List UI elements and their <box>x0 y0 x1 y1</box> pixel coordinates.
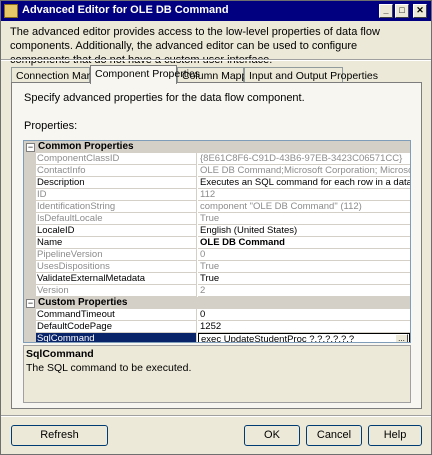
maximize-button[interactable]: □ <box>395 4 409 18</box>
property-value: True <box>198 261 410 273</box>
property-description-pane: SqlCommand The SQL command to be execute… <box>23 345 411 403</box>
category-custom-properties[interactable]: − Custom Properties <box>24 297 410 309</box>
property-row-usesdispositions[interactable]: UsesDispositions True <box>24 261 410 273</box>
property-row-isdefaultlocale[interactable]: IsDefaultLocale True <box>24 213 410 225</box>
window-title: Advanced Editor for OLE DB Command <box>22 4 229 16</box>
property-name: ComponentClassID <box>36 153 197 165</box>
dialog-header: The advanced editor provides access to t… <box>1 21 431 66</box>
property-row-validateexternalmetadata[interactable]: ValidateExternalMetadata True <box>24 273 410 285</box>
properties-label: Properties: <box>24 120 78 132</box>
property-name: SqlCommand <box>36 333 197 342</box>
property-row-name[interactable]: Name OLE DB Command <box>24 237 410 249</box>
component-properties-panel: Specify advanced properties for the data… <box>11 82 422 409</box>
ok-button[interactable]: OK <box>244 425 300 446</box>
category-label: Custom Properties <box>38 297 128 308</box>
property-row-pipelineversion[interactable]: PipelineVersion 0 <box>24 249 410 261</box>
property-name: Version <box>36 285 197 297</box>
property-name: DefaultCodePage <box>36 321 197 333</box>
panel-description: Specify advanced properties for the data… <box>24 92 305 104</box>
property-row-id[interactable]: ID 112 <box>24 189 410 201</box>
property-value[interactable]: True <box>198 273 410 285</box>
property-value: OLE DB Command;Microsoft Corporation; Mi… <box>198 165 410 177</box>
property-row-defaultcodepage[interactable]: DefaultCodePage 1252 <box>24 321 410 333</box>
collapse-icon[interactable]: − <box>26 143 35 152</box>
property-row-sqlcommand[interactable]: SqlCommand exec UpdateStudentProc ?,?,?,… <box>24 333 410 343</box>
description-title: SqlCommand <box>26 348 94 360</box>
property-name: ContactInfo <box>36 165 197 177</box>
property-row-version[interactable]: Version 2 <box>24 285 410 297</box>
title-bar[interactable]: Advanced Editor for OLE DB Command _ □ ✕ <box>1 1 431 21</box>
property-value[interactable]: OLE DB Command <box>198 237 410 249</box>
property-name: Description <box>36 177 197 189</box>
property-name: LocaleID <box>36 225 197 237</box>
property-name: Name <box>36 237 197 249</box>
property-value[interactable]: 0 <box>198 309 410 321</box>
property-value[interactable]: 1252 <box>198 321 410 333</box>
property-name: UsesDispositions <box>36 261 197 273</box>
category-label: Common Properties <box>38 141 134 152</box>
tab-component-properties[interactable]: Component Properties <box>90 65 200 84</box>
property-value: 0 <box>198 249 410 261</box>
advanced-editor-dialog: Advanced Editor for OLE DB Command _ □ ✕… <box>0 0 432 455</box>
property-name: CommandTimeout <box>36 309 197 321</box>
property-value: True <box>198 213 410 225</box>
header-divider <box>1 59 431 61</box>
property-row-description[interactable]: Description Executes an SQL command for … <box>24 177 410 189</box>
refresh-button[interactable]: Refresh <box>11 425 108 446</box>
property-name: ValidateExternalMetadata <box>36 273 197 285</box>
collapse-icon[interactable]: − <box>26 299 35 308</box>
property-name: IdentificationString <box>36 201 197 213</box>
sqlcommand-value-field[interactable]: exec UpdateStudentProc ?,?,?,?,?,? ... <box>198 333 410 343</box>
close-button[interactable]: ✕ <box>413 4 427 18</box>
property-name: PipelineVersion <box>36 249 197 261</box>
category-common-properties[interactable]: − Common Properties <box>24 141 410 153</box>
property-name: IsDefaultLocale <box>36 213 197 225</box>
property-value[interactable]: English (United States) <box>198 225 410 237</box>
help-button[interactable]: Help <box>368 425 422 446</box>
ellipsis-button[interactable]: ... <box>395 334 408 342</box>
property-value: 2 <box>198 285 410 297</box>
footer-divider <box>1 415 431 417</box>
ssis-component-icon <box>4 4 18 18</box>
cancel-button[interactable]: Cancel <box>306 425 362 446</box>
tab-connection-managers[interactable]: Connection Managers <box>11 67 119 83</box>
property-row-contactinfo[interactable]: ContactInfo OLE DB Command;Microsoft Cor… <box>24 165 410 177</box>
property-value: exec UpdateStudentProc ?,?,?,?,?,? <box>201 334 355 343</box>
property-value: component "OLE DB Command" (112) <box>198 201 410 213</box>
property-value: 112 <box>198 189 410 201</box>
property-row-localeid[interactable]: LocaleID English (United States) <box>24 225 410 237</box>
description-text: The SQL command to be executed. <box>26 362 192 374</box>
property-row-commandtimeout[interactable]: CommandTimeout 0 <box>24 309 410 321</box>
property-grid[interactable]: − Common Properties ComponentClassID {8E… <box>23 140 411 343</box>
property-row-componentclassid[interactable]: ComponentClassID {8E61C8F6-C91D-43B6-97E… <box>24 153 410 165</box>
property-value: {8E61C8F6-C91D-43B6-97EB-3423C06571CC} <box>198 153 410 165</box>
tab-input-output-properties[interactable]: Input and Output Properties <box>244 67 378 83</box>
property-row-identificationstring[interactable]: IdentificationString component "OLE DB C… <box>24 201 410 213</box>
property-name: ID <box>36 189 197 201</box>
property-value[interactable]: Executes an SQL command for each row in … <box>198 177 410 189</box>
minimize-button[interactable]: _ <box>379 4 393 18</box>
